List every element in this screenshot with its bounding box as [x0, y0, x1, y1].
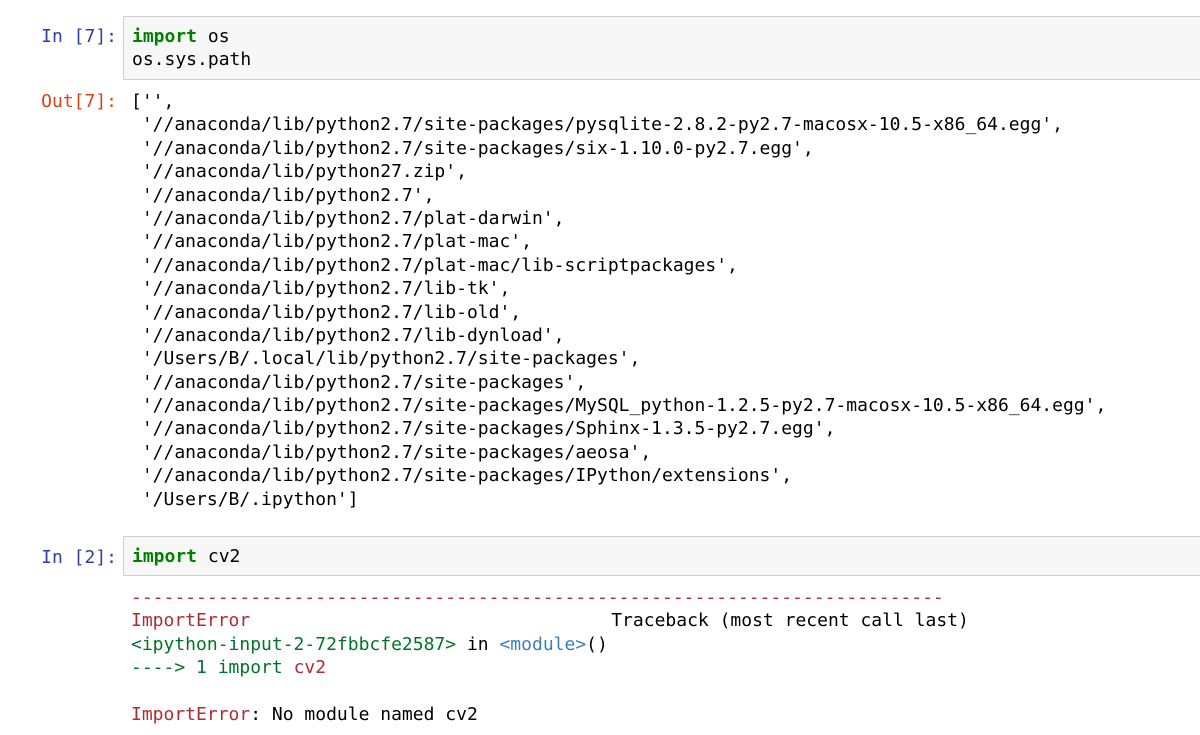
output-line: '/Users/B/.ipython']: [131, 488, 359, 510]
output-line: '//anaconda/lib/python2.7/site-packages/…: [131, 418, 836, 440]
output-line: '//anaconda/lib/python2.7/site-packages'…: [131, 371, 587, 393]
output-line: ['',: [131, 91, 175, 112]
output-line: '//anaconda/lib/python27.zip',: [131, 161, 467, 183]
output-area: ['', '//anaconda/lib/python2.7/site-pack…: [131, 90, 1191, 511]
final-error-name: ImportError: [131, 703, 251, 725]
output-line: '//anaconda/lib/python2.7/plat-mac',: [131, 231, 532, 253]
code-editor[interactable]: import os os.sys.path: [123, 16, 1200, 80]
output-line: '//anaconda/lib/python2.7/site-packages/…: [131, 137, 814, 159]
code-editor[interactable]: import cv2: [123, 536, 1200, 576]
output-line: '//anaconda/lib/python2.7/lib-old',: [131, 301, 522, 323]
output-line: '//anaconda/lib/python2.7/lib-tk',: [131, 278, 511, 300]
traceback-location: <ipython-input-2-72fbbcfe2587> in <modul…: [131, 633, 608, 655]
traceback-arrow-line: ----> 1 import cv2: [131, 657, 327, 679]
traceback-separator: ----------------------------------------…: [131, 587, 944, 608]
output-line: '//anaconda/lib/python2.7',: [131, 184, 435, 206]
output-line: '/Users/B/.local/lib/python2.7/site-pack…: [131, 348, 641, 370]
input-prompt: In [7]:: [41, 26, 117, 47]
final-error-message: : No module named cv2: [250, 703, 478, 725]
output-line: '//anaconda/lib/python2.7/lib-dynload',: [131, 324, 565, 346]
error-name: ImportError: [131, 610, 251, 632]
traceback-header: Traceback (most recent call last): [611, 610, 969, 632]
output-prompt: Out[7]:: [41, 91, 117, 112]
final-error-line: ImportError: No module named cv2: [131, 703, 1191, 726]
code-line: import cv2: [132, 546, 241, 567]
error-output: ----------------------------------------…: [131, 586, 1191, 726]
output-line: '//anaconda/lib/python2.7/site-packages/…: [131, 114, 1063, 136]
traceback-header-line: ImportError Traceback (most recent call l…: [131, 609, 1191, 632]
traceback-arrow: ----> 1: [131, 657, 218, 679]
output-line: '//anaconda/lib/python2.7/site-packages/…: [131, 441, 652, 463]
code-line: os.sys.path: [132, 49, 252, 71]
traceback-module: <module>: [499, 633, 587, 655]
output-line: '//anaconda/lib/python2.7/site-packages/…: [131, 395, 1107, 417]
traceback-file: <ipython-input-2-72fbbcfe2587>: [131, 633, 457, 655]
input-prompt: In [2]:: [41, 547, 117, 568]
code-line: import os: [132, 26, 230, 47]
output-line: '//anaconda/lib/python2.7/plat-darwin',: [131, 207, 565, 229]
keyword: import: [132, 546, 198, 567]
output-line: '//anaconda/lib/python2.7/site-packages/…: [131, 465, 793, 487]
keyword: import: [132, 26, 198, 47]
output-line: '//anaconda/lib/python2.7/plat-mac/lib-s…: [131, 254, 738, 276]
